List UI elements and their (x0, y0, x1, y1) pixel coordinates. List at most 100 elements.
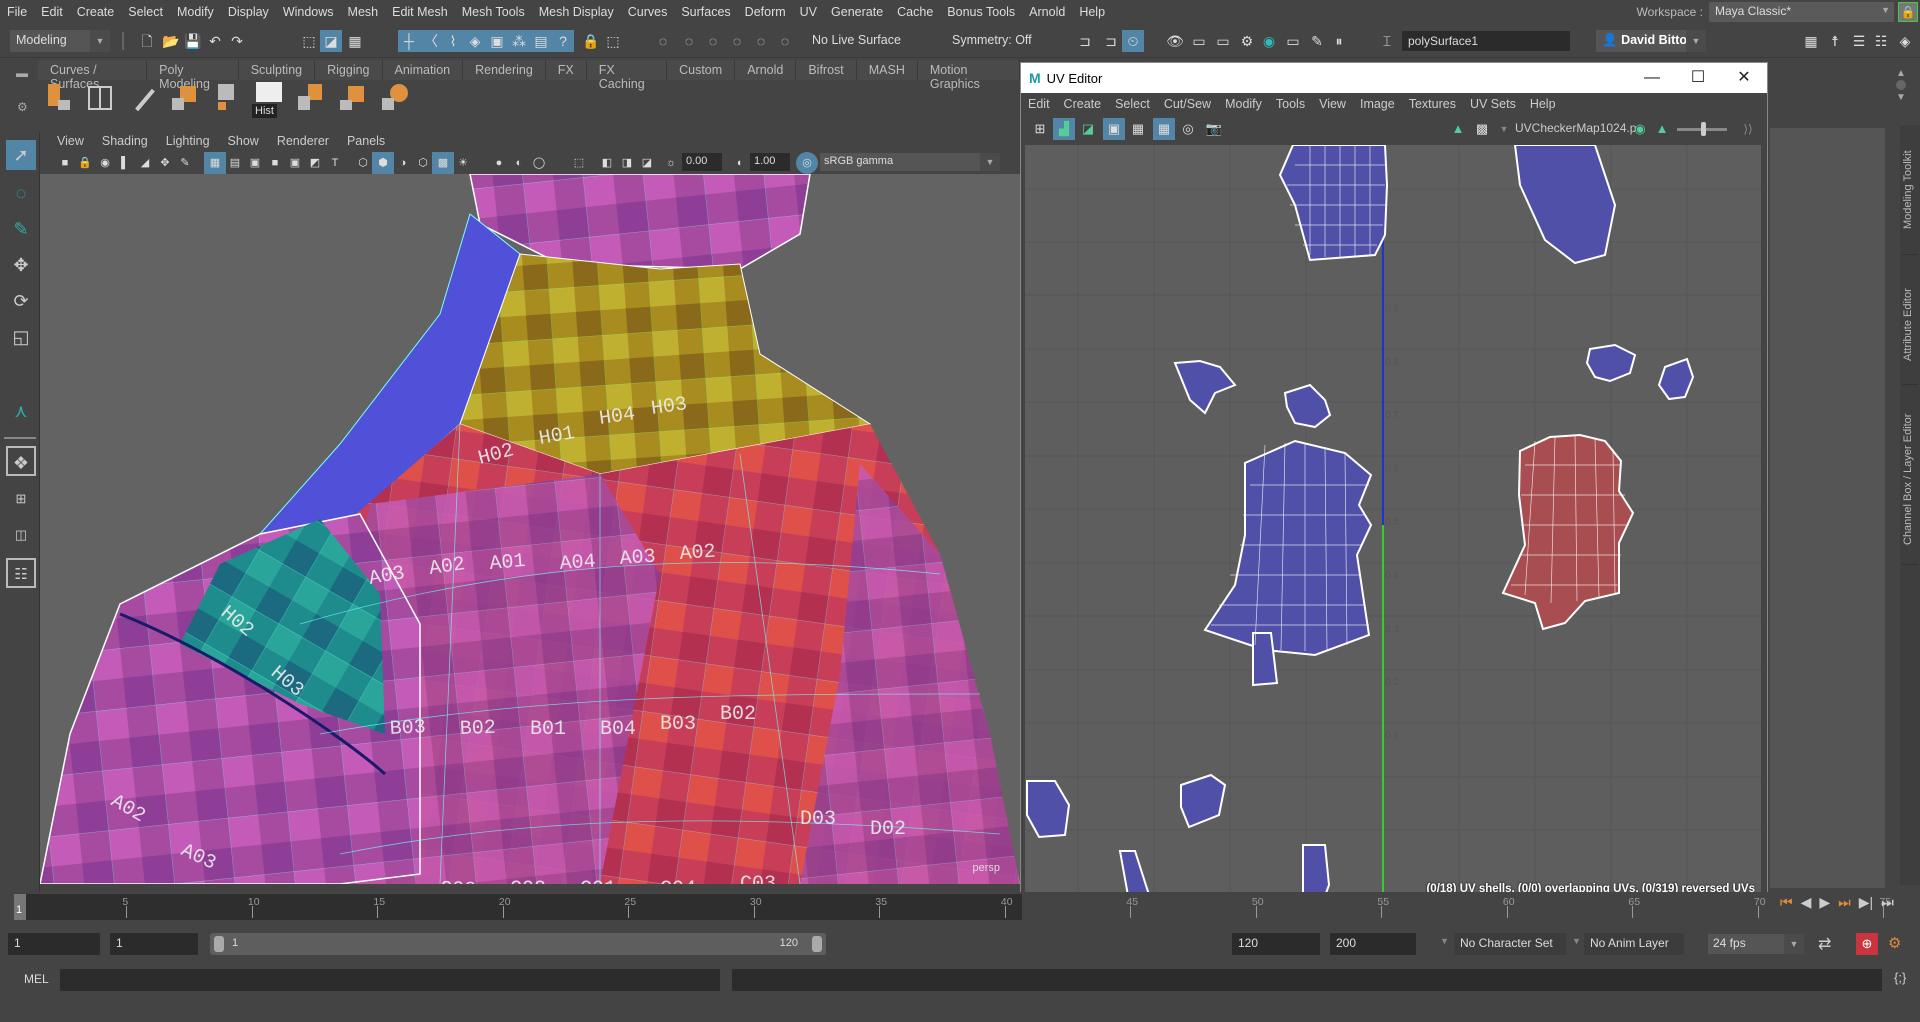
render-setup-icon[interactable]: ▭ (1282, 30, 1304, 52)
gate-mask-icon[interactable]: ■ (264, 152, 286, 174)
gamma-field[interactable]: 1.00 (750, 153, 790, 171)
symmetry-icon[interactable]: ◌ (726, 30, 748, 52)
open-scene-icon[interactable]: 📂 (160, 30, 182, 52)
menu-generate[interactable]: Generate (824, 0, 890, 24)
history-hist-icon[interactable]: Hist (252, 82, 282, 118)
texture-borders-icon[interactable]: ▦ (1127, 118, 1149, 140)
rotate-tool-icon[interactable]: ⟳ (6, 286, 36, 316)
tab-attribute-editor[interactable]: Attribute Editor (1902, 265, 1918, 385)
uv-canvas[interactable]: 0.9 0.8 0.7 0.6 0.5 0.4 0.3 0.2 0.1 (0/1… (1025, 145, 1761, 901)
shelf-tab-arnold[interactable]: Arnold (735, 60, 797, 80)
menu-arnold[interactable]: Arnold (1022, 0, 1072, 24)
four-pane-layout-icon[interactable]: ⊞ (6, 484, 36, 514)
grease-pencil-icon[interactable]: ✎ (174, 152, 196, 174)
outliner-layout-icon[interactable]: ☷ (6, 558, 36, 588)
menu-edit-mesh[interactable]: Edit Mesh (385, 0, 455, 24)
go-to-start-icon[interactable]: ⏮ (1780, 894, 1793, 911)
multi-cut-icon[interactable] (86, 82, 114, 114)
snap-point-icon[interactable]: ⌇ (442, 30, 464, 52)
shelf-tab-bifrost[interactable]: Bifrost (796, 60, 857, 80)
vp-menu-panels[interactable]: Panels (338, 132, 394, 152)
shelf-tab-sculpting[interactable]: Sculpting (238, 60, 316, 80)
xray-joints-icon[interactable]: ◨ (616, 152, 638, 174)
menu-uv[interactable]: UV (793, 0, 824, 24)
resolution-gate-icon[interactable]: ▣ (244, 152, 266, 174)
tool-settings-toggle-icon[interactable]: ☷ (1870, 30, 1892, 52)
shelf-tab-mash[interactable]: MASH (856, 60, 918, 80)
uv-borders-icon[interactable]: ▣ (1103, 118, 1125, 140)
spherical-map-icon[interactable] (380, 82, 408, 114)
vp-menu-show[interactable]: Show (219, 132, 268, 152)
snap-curve-icon[interactable]: 〈 (420, 30, 442, 52)
uv-menu-edit[interactable]: Edit (1021, 97, 1057, 111)
2d-pan-zoom-icon[interactable]: ✥ (154, 152, 176, 174)
wireframe-icon[interactable]: ⬡ (352, 152, 374, 174)
3d-viewport[interactable]: View Shading Lighting Show Renderer Pane… (40, 132, 1020, 884)
safe-action-icon[interactable]: ◩ (304, 152, 326, 174)
fps-dropdown[interactable]: 24 fps ▼ (1708, 934, 1804, 954)
render-view-icon[interactable]: 👁 (1164, 30, 1186, 52)
grid-toggle-icon[interactable]: ▦ (204, 152, 226, 174)
select-component-icon[interactable]: ▦ (344, 30, 366, 52)
camera-select-icon[interactable]: ■ (54, 152, 76, 174)
shelf-tab-motion-graphics[interactable]: Motion Graphics (917, 60, 1020, 91)
uv-grid-icon[interactable]: ⊞ (1029, 118, 1051, 140)
isolate-select-icon[interactable]: ⬚ (568, 152, 590, 174)
rgb-channel-icon[interactable]: ◉ (1629, 118, 1651, 140)
menu-create[interactable]: Create (70, 0, 122, 24)
shelf-tab-fx[interactable]: FX (545, 60, 587, 80)
range-start-handle[interactable] (214, 936, 224, 952)
vp-menu-lighting[interactable]: Lighting (157, 132, 219, 152)
default-material-icon[interactable]: ◑ (392, 152, 414, 174)
last-tool-icon[interactable]: ⋏ (6, 396, 36, 426)
range-slider[interactable]: 1 120 (210, 933, 826, 955)
script-language-label[interactable]: MEL (24, 972, 49, 986)
menu-windows[interactable]: Windows (276, 0, 341, 24)
view-transform-dropdown[interactable]: sRGB gamma ▼ (820, 153, 1000, 171)
snap-view-plane-icon[interactable]: ◈ (464, 30, 486, 52)
step-back-icon[interactable]: ◀ (1801, 894, 1812, 911)
menu-file[interactable]: File (0, 0, 34, 24)
menu-select[interactable]: Select (121, 0, 170, 24)
select-tool-icon[interactable]: ➚ (6, 140, 36, 170)
select-lock-icon[interactable]: ⬚ (602, 30, 624, 52)
rename-input-icon[interactable]: ⌶ (1376, 30, 1398, 52)
snap-pivot-icon[interactable]: ▤ (530, 30, 552, 52)
render-current-frame-icon[interactable]: ▭ (1188, 30, 1210, 52)
pixel-snap-icon[interactable]: ◎ (1177, 118, 1199, 140)
human-ik-icon[interactable]: ☨ (1824, 30, 1846, 52)
sew-uv-icon[interactable] (338, 82, 366, 114)
menuset-dropdown[interactable]: Modeling ▼ (10, 30, 110, 52)
field-chart-icon[interactable]: ▣ (284, 152, 306, 174)
play-forward-icon[interactable]: ▶ (1819, 894, 1830, 911)
vp-menu-renderer[interactable]: Renderer (268, 132, 338, 152)
chevron-down-icon[interactable]: ▼ (1572, 936, 1581, 946)
snap-live-icon[interactable]: ▣ (486, 30, 508, 52)
tweak-icon[interactable]: ◌ (702, 30, 724, 52)
maximize-icon[interactable]: ☐ (1675, 63, 1721, 93)
lasso-tool-icon[interactable]: ◌ (6, 178, 36, 208)
select-hierarchy-icon[interactable]: ⬚ (298, 30, 320, 52)
range-end-handle[interactable] (812, 936, 822, 952)
channel-box-toggle-icon[interactable]: ◈ (1894, 30, 1916, 52)
shelf-tab-rigging[interactable]: Rigging (315, 60, 383, 80)
color-management-toggle-icon[interactable]: ◎ (796, 152, 818, 174)
show-grid-icon[interactable]: ▦ (1153, 118, 1175, 140)
film-gate-icon[interactable]: ▤ (224, 152, 246, 174)
snap-grid-icon[interactable]: ┼ (398, 30, 420, 52)
shelf-settings-gear-icon[interactable]: ⚙ (17, 100, 28, 114)
animation-end-field[interactable]: 200 (1330, 933, 1416, 955)
undo-icon[interactable]: ↶ (204, 30, 226, 52)
uv-layout-icon[interactable] (170, 82, 198, 114)
go-to-end-icon[interactable]: ⏭ (1881, 894, 1894, 911)
shadows-icon[interactable]: ● (488, 152, 510, 174)
extrude-icon[interactable] (44, 82, 72, 114)
brightness-slider-handle[interactable] (1701, 122, 1706, 136)
shelf-menu-icon[interactable]: ▬ (16, 66, 28, 80)
uv-menu-view[interactable]: View (1312, 97, 1353, 111)
new-scene-icon[interactable]: 🗋 (136, 30, 158, 52)
camera-attributes-icon[interactable]: ◉ (94, 152, 116, 174)
distortion-icon[interactable]: ◪ (1077, 118, 1099, 140)
uv-menu-textures[interactable]: Textures (1402, 97, 1463, 111)
checker-icon[interactable]: ▩ (1471, 118, 1493, 140)
